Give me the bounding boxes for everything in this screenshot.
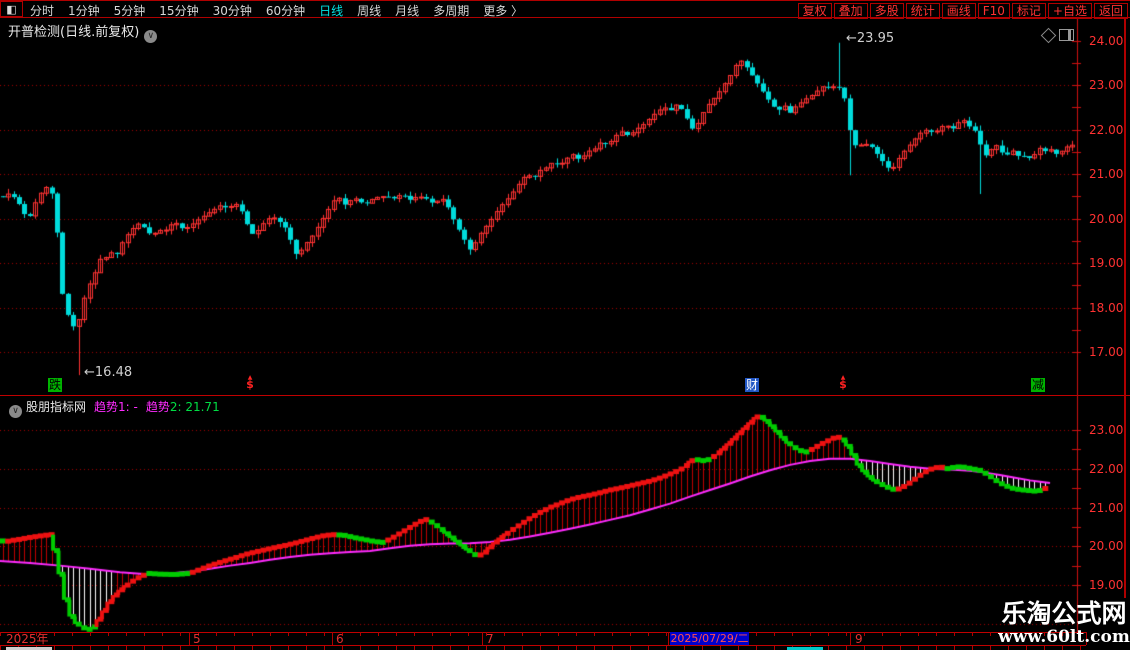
highlighted-date[interactable]: 2025/07/29/二 bbox=[670, 632, 749, 645]
period-tab-8[interactable]: 月线 bbox=[395, 4, 419, 18]
sub-price-label: 21.00 bbox=[1089, 500, 1124, 515]
sub-price-label: 22.00 bbox=[1089, 461, 1124, 476]
indicator-chart[interactable] bbox=[0, 396, 1130, 632]
tool-button-0[interactable]: 复权 bbox=[797, 2, 832, 19]
x-axis-month-label: 5 bbox=[193, 632, 201, 646]
x-axis-month-label: 7 bbox=[486, 632, 494, 646]
top-toolbar: ◧ 分时 1分钟 5分钟 15分钟 30分钟 60分钟 日线 周线 月线 多周期 更多 〉 复权 叠加… bbox=[0, 0, 1130, 19]
period-tab-0[interactable]: 分时 bbox=[30, 4, 54, 18]
sub-price-label: 19.00 bbox=[1089, 578, 1124, 592]
period-tab-5[interactable]: 60分钟 bbox=[266, 4, 305, 18]
tool-buttons: 复权 叠加 多股 统计 画线 F10 标记 +自选 返回 bbox=[797, 0, 1130, 19]
main-price-label: 24.00 bbox=[1089, 33, 1124, 48]
collapse-chevron-icon[interactable]: ∨ bbox=[144, 30, 158, 43]
period-tab-9[interactable]: 多周期 bbox=[433, 4, 469, 18]
panel-separator bbox=[0, 395, 1130, 396]
event-badge: 减 bbox=[1031, 378, 1046, 392]
sub-price-label: 23.00 bbox=[1089, 423, 1124, 437]
tool-button-8[interactable]: 返回 bbox=[1093, 2, 1128, 19]
x-axis-divider bbox=[850, 632, 851, 645]
collapse-chevron-icon[interactable]: ∨ bbox=[9, 405, 22, 418]
main-price-label: 22.00 bbox=[1089, 122, 1124, 137]
tool-button-3[interactable]: 统计 bbox=[905, 2, 940, 19]
x-axis-divider bbox=[482, 632, 483, 645]
period-tab-7[interactable]: 周线 bbox=[357, 4, 381, 18]
main-price-label: 23.00 bbox=[1089, 78, 1124, 92]
indicator-header: ∨ 股朋指标网 趋势1: - 趋势2: 21.71 bbox=[4, 398, 220, 418]
x-axis-divider bbox=[332, 632, 333, 645]
period-tab-2[interactable]: 5分钟 bbox=[114, 4, 146, 18]
watermark-site-url: www.60lt.com bbox=[998, 627, 1130, 647]
sub-price-label: 20.00 bbox=[1089, 539, 1124, 554]
watermark-site-name: 乐淘公式网 bbox=[1001, 599, 1127, 628]
x-axis-divider bbox=[668, 632, 669, 645]
window-layout-icon[interactable] bbox=[1059, 29, 1074, 41]
event-badge: 跌 bbox=[48, 378, 63, 392]
sell-signal-marker: ▲ $ bbox=[839, 374, 847, 391]
sell-signal-marker: ▲ $ bbox=[246, 374, 254, 391]
high-price-annotation: ←23.95 bbox=[846, 31, 895, 46]
x-axis-year-label: 2025年 bbox=[6, 632, 49, 646]
x-axis-month-label: 6 bbox=[336, 632, 344, 646]
tool-button-2[interactable]: 多股 bbox=[869, 2, 904, 19]
window-split-icon[interactable]: ◧ bbox=[0, 1, 23, 17]
main-price-label: 18.00 bbox=[1089, 300, 1124, 315]
period-tab-1[interactable]: 1分钟 bbox=[68, 4, 100, 18]
trading-app-window: ◧ 分时 1分钟 5分钟 15分钟 30分钟 60分钟 日线 周线 月线 多周期 更多 〉 复权 叠加… bbox=[0, 0, 1130, 650]
period-tab-6[interactable]: 日线 bbox=[319, 4, 343, 18]
event-badge: 财 bbox=[745, 378, 760, 392]
main-price-label: 20.00 bbox=[1089, 211, 1124, 226]
trend1-value: 趋势1: - bbox=[94, 400, 138, 414]
symbol-title: 开普检测(日线.前复权) bbox=[8, 25, 140, 40]
clipped-tick-row bbox=[0, 646, 1086, 650]
trend2-label: 趋势 bbox=[145, 400, 170, 414]
tool-button-4[interactable]: 画线 bbox=[941, 2, 976, 19]
tool-button-1[interactable]: 叠加 bbox=[833, 2, 868, 19]
period-tab-4[interactable]: 30分钟 bbox=[213, 4, 252, 18]
chart-title: 开普检测(日线.前复权) ∨ bbox=[8, 21, 158, 43]
period-tab-10[interactable]: 更多 〉 bbox=[483, 4, 523, 18]
axis-tick-row bbox=[0, 632, 1086, 636]
low-price-annotation: ←16.48 bbox=[84, 365, 133, 380]
main-candlestick-chart[interactable] bbox=[0, 18, 1130, 396]
x-axis-month-label: 9 bbox=[855, 632, 863, 646]
x-axis-divider bbox=[189, 632, 190, 645]
main-price-label: 19.00 bbox=[1089, 256, 1124, 270]
main-price-label: 21.00 bbox=[1089, 167, 1124, 181]
period-tab-3[interactable]: 15分钟 bbox=[159, 4, 198, 18]
indicator-name: 股朋指标网 bbox=[26, 400, 87, 414]
period-tabs: 分时 1分钟 5分钟 15分钟 30分钟 60分钟 日线 周线 月线 多周期 更多 〉 bbox=[23, 0, 530, 19]
tool-button-7[interactable]: +自选 bbox=[1047, 2, 1092, 19]
trend2-value: 2: 21.71 bbox=[169, 400, 220, 414]
main-price-label: 17.00 bbox=[1089, 345, 1124, 359]
tool-button-6[interactable]: 标记 bbox=[1011, 2, 1046, 19]
tool-button-5[interactable]: F10 bbox=[977, 2, 1010, 19]
